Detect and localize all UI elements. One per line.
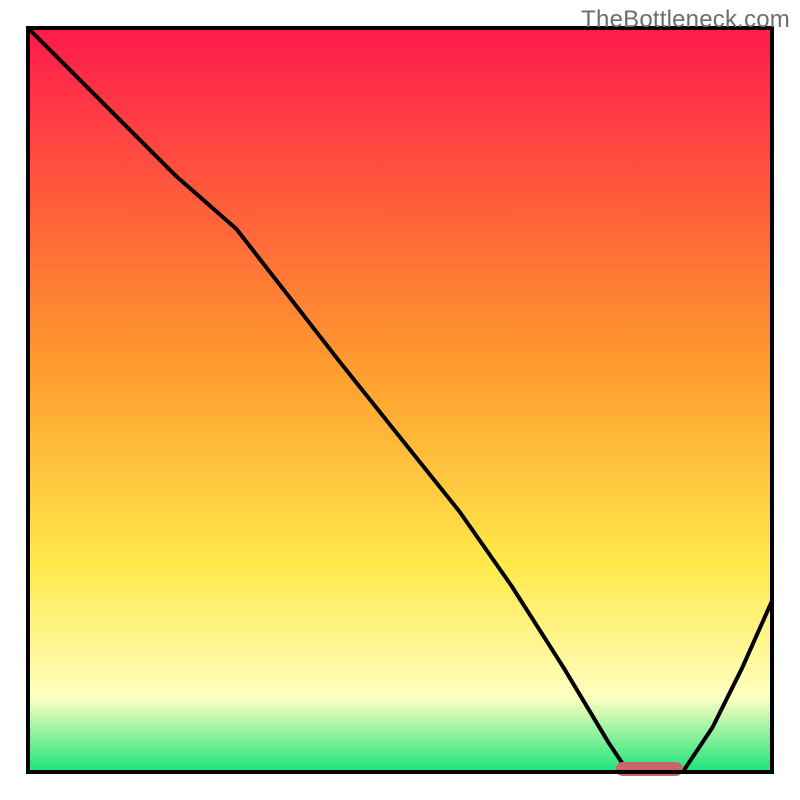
chart-container: { "watermark": "TheBottleneck.com", "col…: [0, 0, 800, 800]
bottleneck-chart: [0, 0, 800, 800]
watermark-label: TheBottleneck.com: [581, 6, 790, 34]
